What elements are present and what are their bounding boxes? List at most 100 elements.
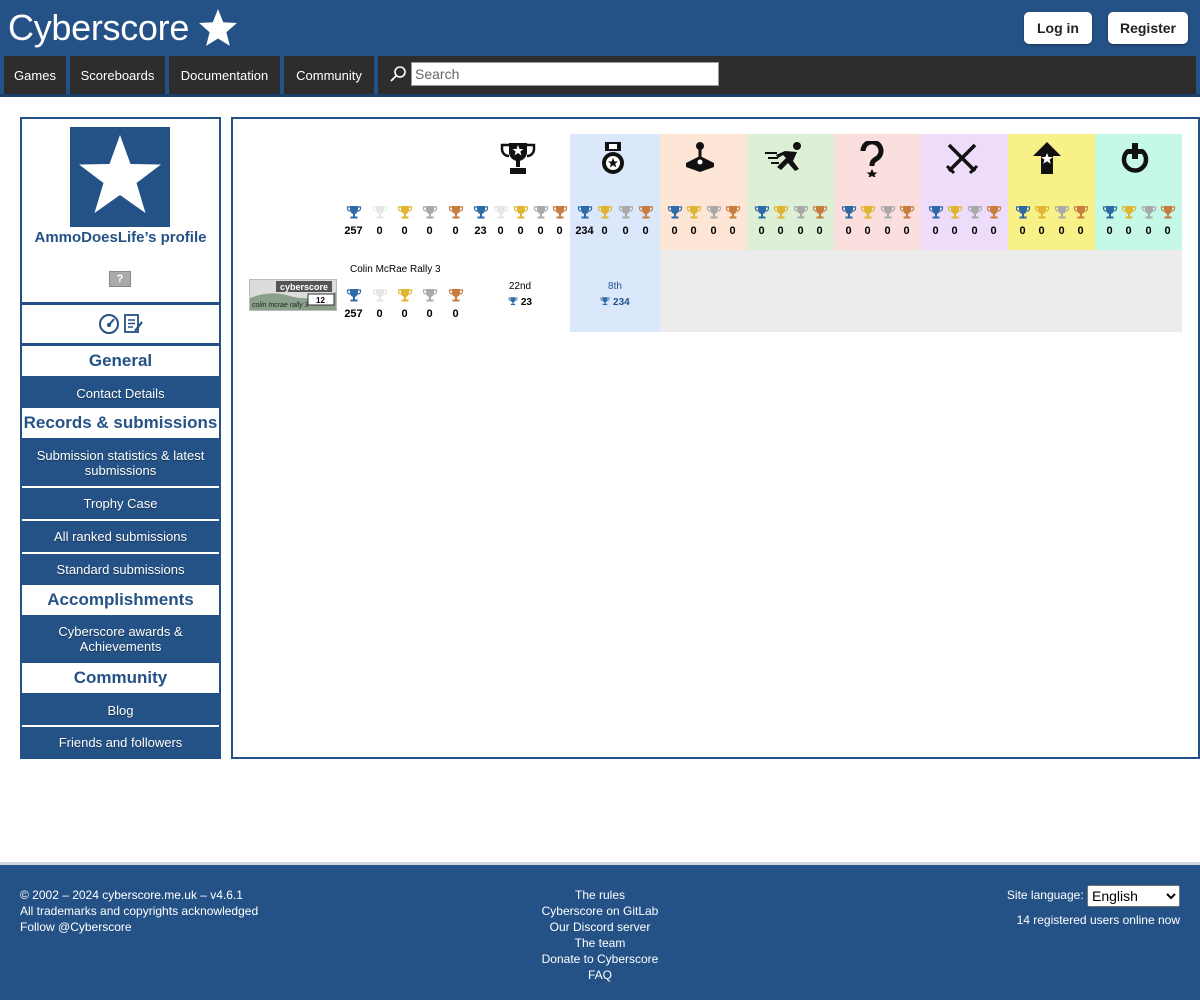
register-button[interactable]: Register [1108,12,1188,44]
nav-documentation[interactable]: Documentation [169,56,280,94]
profile-actions [22,305,219,343]
category-5-silver-trophy: 0 [964,204,985,237]
language-label: Site language: [1006,888,1084,903]
trophy-case-panel: 257 0 0 0 0 23 0 0 0 0 234 0 0 0 0 0 0 0 0 0 0 0 0 0 0 0 0 0 0 0 0 0 0 0 0… [231,117,1200,759]
game-gold-trophy-count: 0 [401,308,408,320]
avatar[interactable] [70,127,170,227]
thumb-caption-text: colin mcrae rally 3 [252,302,309,309]
overall-gold-trophy-count: 0 [401,225,408,237]
link-awards-achievements[interactable]: Cyberscore awards & Achievements [22,617,219,661]
category-medal-value: 234 [593,296,637,309]
category-1-gold-trophy-count: 0 [601,225,608,237]
ranked-silver-trophy-count: 0 [537,225,544,237]
overall-medal-number: 23 [520,297,532,309]
category-3-platinum-trophy: 0 [751,204,772,237]
speedometer-icon[interactable] [98,313,120,335]
category-4-silver-trophy: 0 [877,204,898,237]
category-6-platinum-trophy: 0 [1012,204,1033,237]
follow-link[interactable]: Follow @Cyberscore [20,919,258,935]
ranked-gold-trophy-count: 0 [517,225,524,237]
thumb-logo-text: cyberscore [280,282,328,292]
help-badge[interactable]: ? [109,271,131,287]
joystick-icon [685,141,715,178]
overall-bronze-trophy: 0 [445,204,466,237]
category-4-gold-trophy: 0 [857,204,878,237]
link-friends-followers[interactable]: Friends and followers [22,727,219,757]
category-3-silver-trophy: 0 [790,204,811,237]
section-accomplishments: Accomplishments [22,585,219,615]
category-1-bronze-trophy-count: 0 [642,225,649,237]
footer-link-donate[interactable]: Donate to Cyberscore [500,951,700,967]
ranked-bronze-trophy: 0 [549,204,570,237]
game-platinum-trophy: 257 [343,287,364,320]
category-7-silver-trophy-count: 0 [1145,225,1152,237]
document-edit-icon[interactable] [122,313,144,335]
profile-name: AmmoDoesLife’s profile [34,229,207,246]
link-contact-details[interactable]: Contact Details [22,378,219,408]
category-3-bronze-trophy-count: 0 [816,225,823,237]
link-blog[interactable]: Blog [22,695,219,725]
category-position[interactable]: 8th [593,281,637,292]
users-online: 14 registered users online now [1016,913,1180,927]
category-1-gold-trophy: 0 [594,204,615,237]
category-3-silver-trophy-count: 0 [797,225,804,237]
site-header: Cyberscore Log in Register Games Scorebo… [0,0,1200,97]
medal-icon [600,141,626,182]
star-icon [199,9,237,46]
category-6-platinum-trophy-count: 0 [1019,225,1026,237]
trophy-icon [499,141,537,182]
ranked-white-trophy: 0 [490,204,511,237]
footer-link-rules[interactable]: The rules [500,887,700,903]
site-name: Cyberscore [8,7,190,48]
profile-sidebar: AmmoDoesLife’s profile ? General Contact… [20,117,221,759]
game-thumbnail[interactable]: cyberscore 12 colin mcrae rally 3 [249,279,337,311]
game-title-link[interactable]: Colin McRae Rally 3 [350,264,441,275]
footer-links: The rules Cyberscore on GitLab Our Disco… [500,887,700,983]
link-standard-submissions[interactable]: Standard submissions [22,554,219,584]
overall-medal-value: 23 [500,296,540,309]
overall-bronze-trophy-count: 0 [452,225,459,237]
game-platinum-trophy-count: 257 [344,308,363,320]
nav-games[interactable]: Games [4,56,66,94]
copyright: © 2002 – 2024 cyberscore.me.uk – v4.6.1 [20,888,243,902]
language-select[interactable]: English [1087,885,1180,907]
category-1-platinum-trophy: 234 [574,204,595,237]
category-3-gold-trophy: 0 [770,204,791,237]
main-nav: Games Scoreboards Documentation Communit… [0,56,1200,94]
profile-card: AmmoDoesLife’s profile ? [22,119,219,302]
link-all-ranked-submissions[interactable]: All ranked submissions [22,521,219,551]
category-2-bronze-trophy-count: 0 [729,225,736,237]
category-5-bronze-trophy-count: 0 [990,225,997,237]
game-gold-trophy: 0 [394,287,415,320]
footer-link-team[interactable]: The team [500,935,700,951]
arrow-up-icon [1032,141,1062,180]
category-2-silver-trophy-count: 0 [710,225,717,237]
category-4-bronze-trophy: 0 [896,204,917,237]
site-footer: © 2002 – 2024 cyberscore.me.uk – v4.6.1 … [0,862,1200,1000]
link-trophy-case[interactable]: Trophy Case [22,488,219,518]
footer-link-discord[interactable]: Our Discord server [500,919,700,935]
category-2-platinum-trophy-count: 0 [671,225,678,237]
nav-community[interactable]: Community [284,56,374,94]
ranked-platinum-trophy-count: 23 [474,225,487,237]
category-5-platinum-trophy-count: 0 [932,225,939,237]
section-general: General [22,346,219,376]
trophy-icon [508,296,518,309]
search-input[interactable] [411,62,719,86]
overall-silver-trophy: 0 [419,204,440,237]
category-5-gold-trophy: 0 [944,204,965,237]
site-logo[interactable]: Cyberscore [8,6,239,50]
footer-link-gitlab[interactable]: Cyberscore on GitLab [500,903,700,919]
swords-icon [945,141,979,180]
nav-scoreboards[interactable]: Scoreboards [70,56,165,94]
section-community: Community [22,663,219,693]
game-white-trophy-count: 0 [376,308,383,320]
link-submission-statistics[interactable]: Submission statistics & latest submissio… [22,440,219,486]
category-7-gold-trophy-count: 0 [1125,225,1132,237]
category-2-gold-trophy: 0 [683,204,704,237]
game-silver-trophy: 0 [419,287,440,320]
category-4-silver-trophy-count: 0 [884,225,891,237]
category-5-gold-trophy-count: 0 [951,225,958,237]
footer-link-faq[interactable]: FAQ [500,967,700,983]
login-button[interactable]: Log in [1024,12,1092,44]
